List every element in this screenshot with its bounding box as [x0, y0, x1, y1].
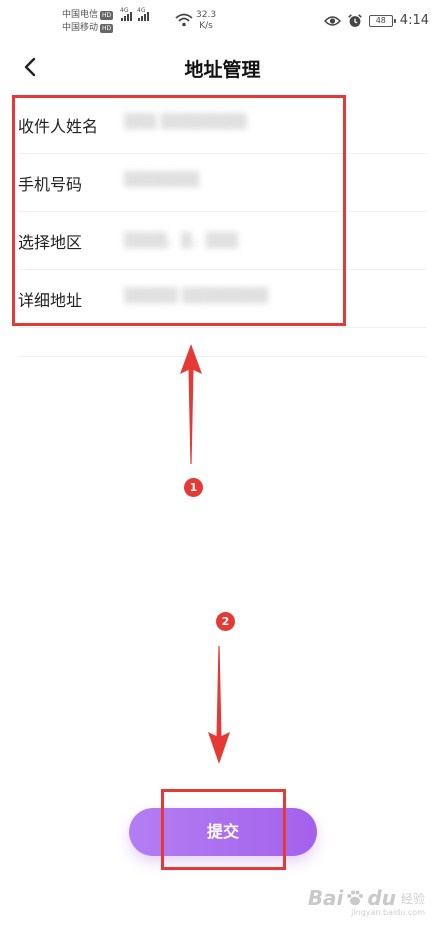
- step-1-badge: 1: [184, 478, 203, 497]
- battery-icon: 48: [368, 14, 396, 27]
- hd-badge: HD: [100, 11, 114, 20]
- status-right: 48 4:14: [323, 13, 429, 28]
- baidu-watermark: Bai du 经验 jingyan.baidu.com: [308, 886, 425, 917]
- carrier-2-label: 中国移动: [62, 23, 99, 33]
- network-type-label: 4G: [137, 7, 146, 14]
- network-speed-value: 32.3: [196, 10, 217, 20]
- watermark-sub: 经验: [400, 891, 425, 906]
- paw-icon: [347, 890, 364, 906]
- signal-icon: 4G: [120, 7, 132, 21]
- page-title: 地址管理: [184, 59, 261, 81]
- hd-badge: HD: [100, 24, 114, 33]
- signal-icon: 4G: [137, 7, 149, 21]
- divider: [18, 356, 427, 357]
- watermark-brand: Bai: [307, 886, 344, 910]
- carrier-info: 中国电信 HD 中国移动 HD: [62, 9, 114, 35]
- wifi-icon: [175, 13, 193, 27]
- watermark-logo: Bai du 经验: [308, 886, 425, 910]
- network-type-label: 4G: [120, 7, 129, 14]
- submit-highlight-box: [161, 789, 286, 870]
- eye-icon: [323, 15, 341, 26]
- watermark-brand-end: du: [367, 886, 396, 910]
- clock-time: 4:14: [399, 13, 429, 28]
- network-speed: 32.3 K/s: [196, 10, 216, 32]
- header: 地址管理: [0, 40, 445, 96]
- status-bar: 中国电信 HD 中国移动 HD 4G 4G 32.3 K/s 48 4:14: [0, 0, 445, 40]
- arrow-up-icon: [180, 344, 202, 464]
- signal-group: 4G 4G: [120, 7, 149, 21]
- step-2-badge: 2: [216, 612, 235, 631]
- carrier-1-label: 中国电信: [62, 10, 99, 20]
- network-speed-unit: K/s: [199, 21, 213, 31]
- form-highlight-box: [12, 95, 346, 326]
- arrow-down-icon: [208, 646, 230, 764]
- alarm-icon: [348, 13, 362, 27]
